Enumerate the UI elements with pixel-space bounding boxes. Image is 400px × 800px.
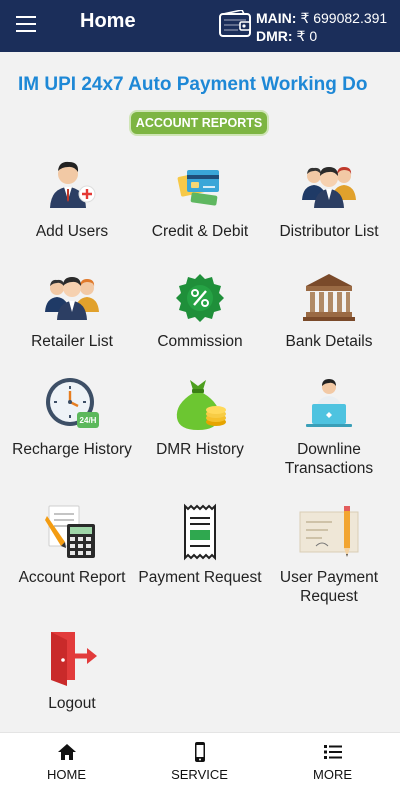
tile-label: DMR History xyxy=(156,441,244,458)
tile-add-users[interactable]: Add Users xyxy=(7,156,137,241)
tile-label: Add Users xyxy=(35,223,109,240)
home-icon xyxy=(57,744,76,760)
list-icon xyxy=(323,745,342,759)
bank-icon xyxy=(303,274,355,321)
app-bar: Home MAIN: ₹ 699082.391 DMR: ₹ 0 xyxy=(0,0,400,52)
money-bag-icon xyxy=(176,380,226,430)
svg-text:24/H: 24/H xyxy=(80,416,97,425)
clock-24h-icon: 24/H xyxy=(46,378,99,428)
tile-payment-request[interactable]: Payment Request xyxy=(135,502,265,587)
credit-card-icon xyxy=(177,170,219,206)
wallet-icon xyxy=(219,10,251,37)
dmr-balance-label: DMR: xyxy=(256,28,293,44)
dmr-balance: DMR: ₹ 0 xyxy=(256,28,317,45)
tile-commission[interactable]: Commission xyxy=(135,266,265,351)
receipt-icon xyxy=(184,503,216,561)
nav-service[interactable]: SERVICE xyxy=(133,741,266,782)
page-title: Home xyxy=(80,10,136,32)
tile-label: Recharge History xyxy=(12,441,132,458)
nav-label: MORE xyxy=(313,767,352,782)
tile-label: Retailer List xyxy=(31,333,113,350)
tile-label: Account Report xyxy=(18,569,126,586)
tile-label: Credit & Debit xyxy=(151,223,249,240)
tile-distributor-list[interactable]: Distributor List xyxy=(264,156,394,241)
announcement-text: IM UPI 24x7 Auto Payment Working Do xyxy=(18,74,368,95)
tile-user-payment-request[interactable]: User Payment Request xyxy=(264,502,394,606)
add-user-icon xyxy=(50,161,96,208)
announcement-ticker: IM UPI 24x7 Auto Payment Working Do xyxy=(0,72,400,100)
tile-logout[interactable]: Logout xyxy=(7,628,137,713)
nav-label: HOME xyxy=(47,767,86,782)
tile-dmr-history[interactable]: DMR History xyxy=(135,374,265,459)
tile-label: Commission xyxy=(157,333,243,350)
tile-downline-transactions[interactable]: Downline Transactions xyxy=(264,374,394,478)
tile-credit-debit[interactable]: Credit & Debit xyxy=(135,156,265,241)
main-balance: MAIN: ₹ 699082.391 xyxy=(256,10,387,27)
hamburger-menu-icon[interactable] xyxy=(16,16,38,34)
account-reports-button[interactable]: ACCOUNT REPORTS xyxy=(129,110,269,136)
dmr-balance-value: ₹ 0 xyxy=(296,28,318,44)
tile-label: Payment Request xyxy=(138,569,262,586)
tile-label: Downline Transactions xyxy=(284,441,374,477)
nav-label: SERVICE xyxy=(171,767,228,782)
main-balance-label: MAIN: xyxy=(256,10,297,26)
tile-recharge-history[interactable]: 24/H Recharge History xyxy=(7,374,137,459)
cheque-pencil-icon xyxy=(299,506,359,557)
group-icon xyxy=(45,277,99,320)
tile-label: User Payment Request xyxy=(279,569,379,605)
tile-account-report[interactable]: Account Report xyxy=(7,502,137,587)
tile-label: Distributor List xyxy=(279,223,379,240)
calculator-report-icon xyxy=(45,505,95,558)
nav-home[interactable]: HOME xyxy=(0,741,133,782)
tile-label: Logout xyxy=(48,695,96,712)
main-balance-value: ₹ 699082.391 xyxy=(300,10,388,26)
percent-badge-icon xyxy=(176,274,224,322)
phone-icon xyxy=(194,742,205,762)
logout-door-icon xyxy=(51,632,97,686)
laptop-user-icon xyxy=(306,379,352,427)
tile-label: Bank Details xyxy=(285,333,373,350)
tile-retailer-list[interactable]: Retailer List xyxy=(7,266,137,351)
nav-more[interactable]: MORE xyxy=(266,741,399,782)
group-icon xyxy=(302,167,356,208)
tile-bank-details[interactable]: Bank Details xyxy=(264,266,394,351)
bottom-navigation: HOME SERVICE MORE xyxy=(0,732,400,800)
